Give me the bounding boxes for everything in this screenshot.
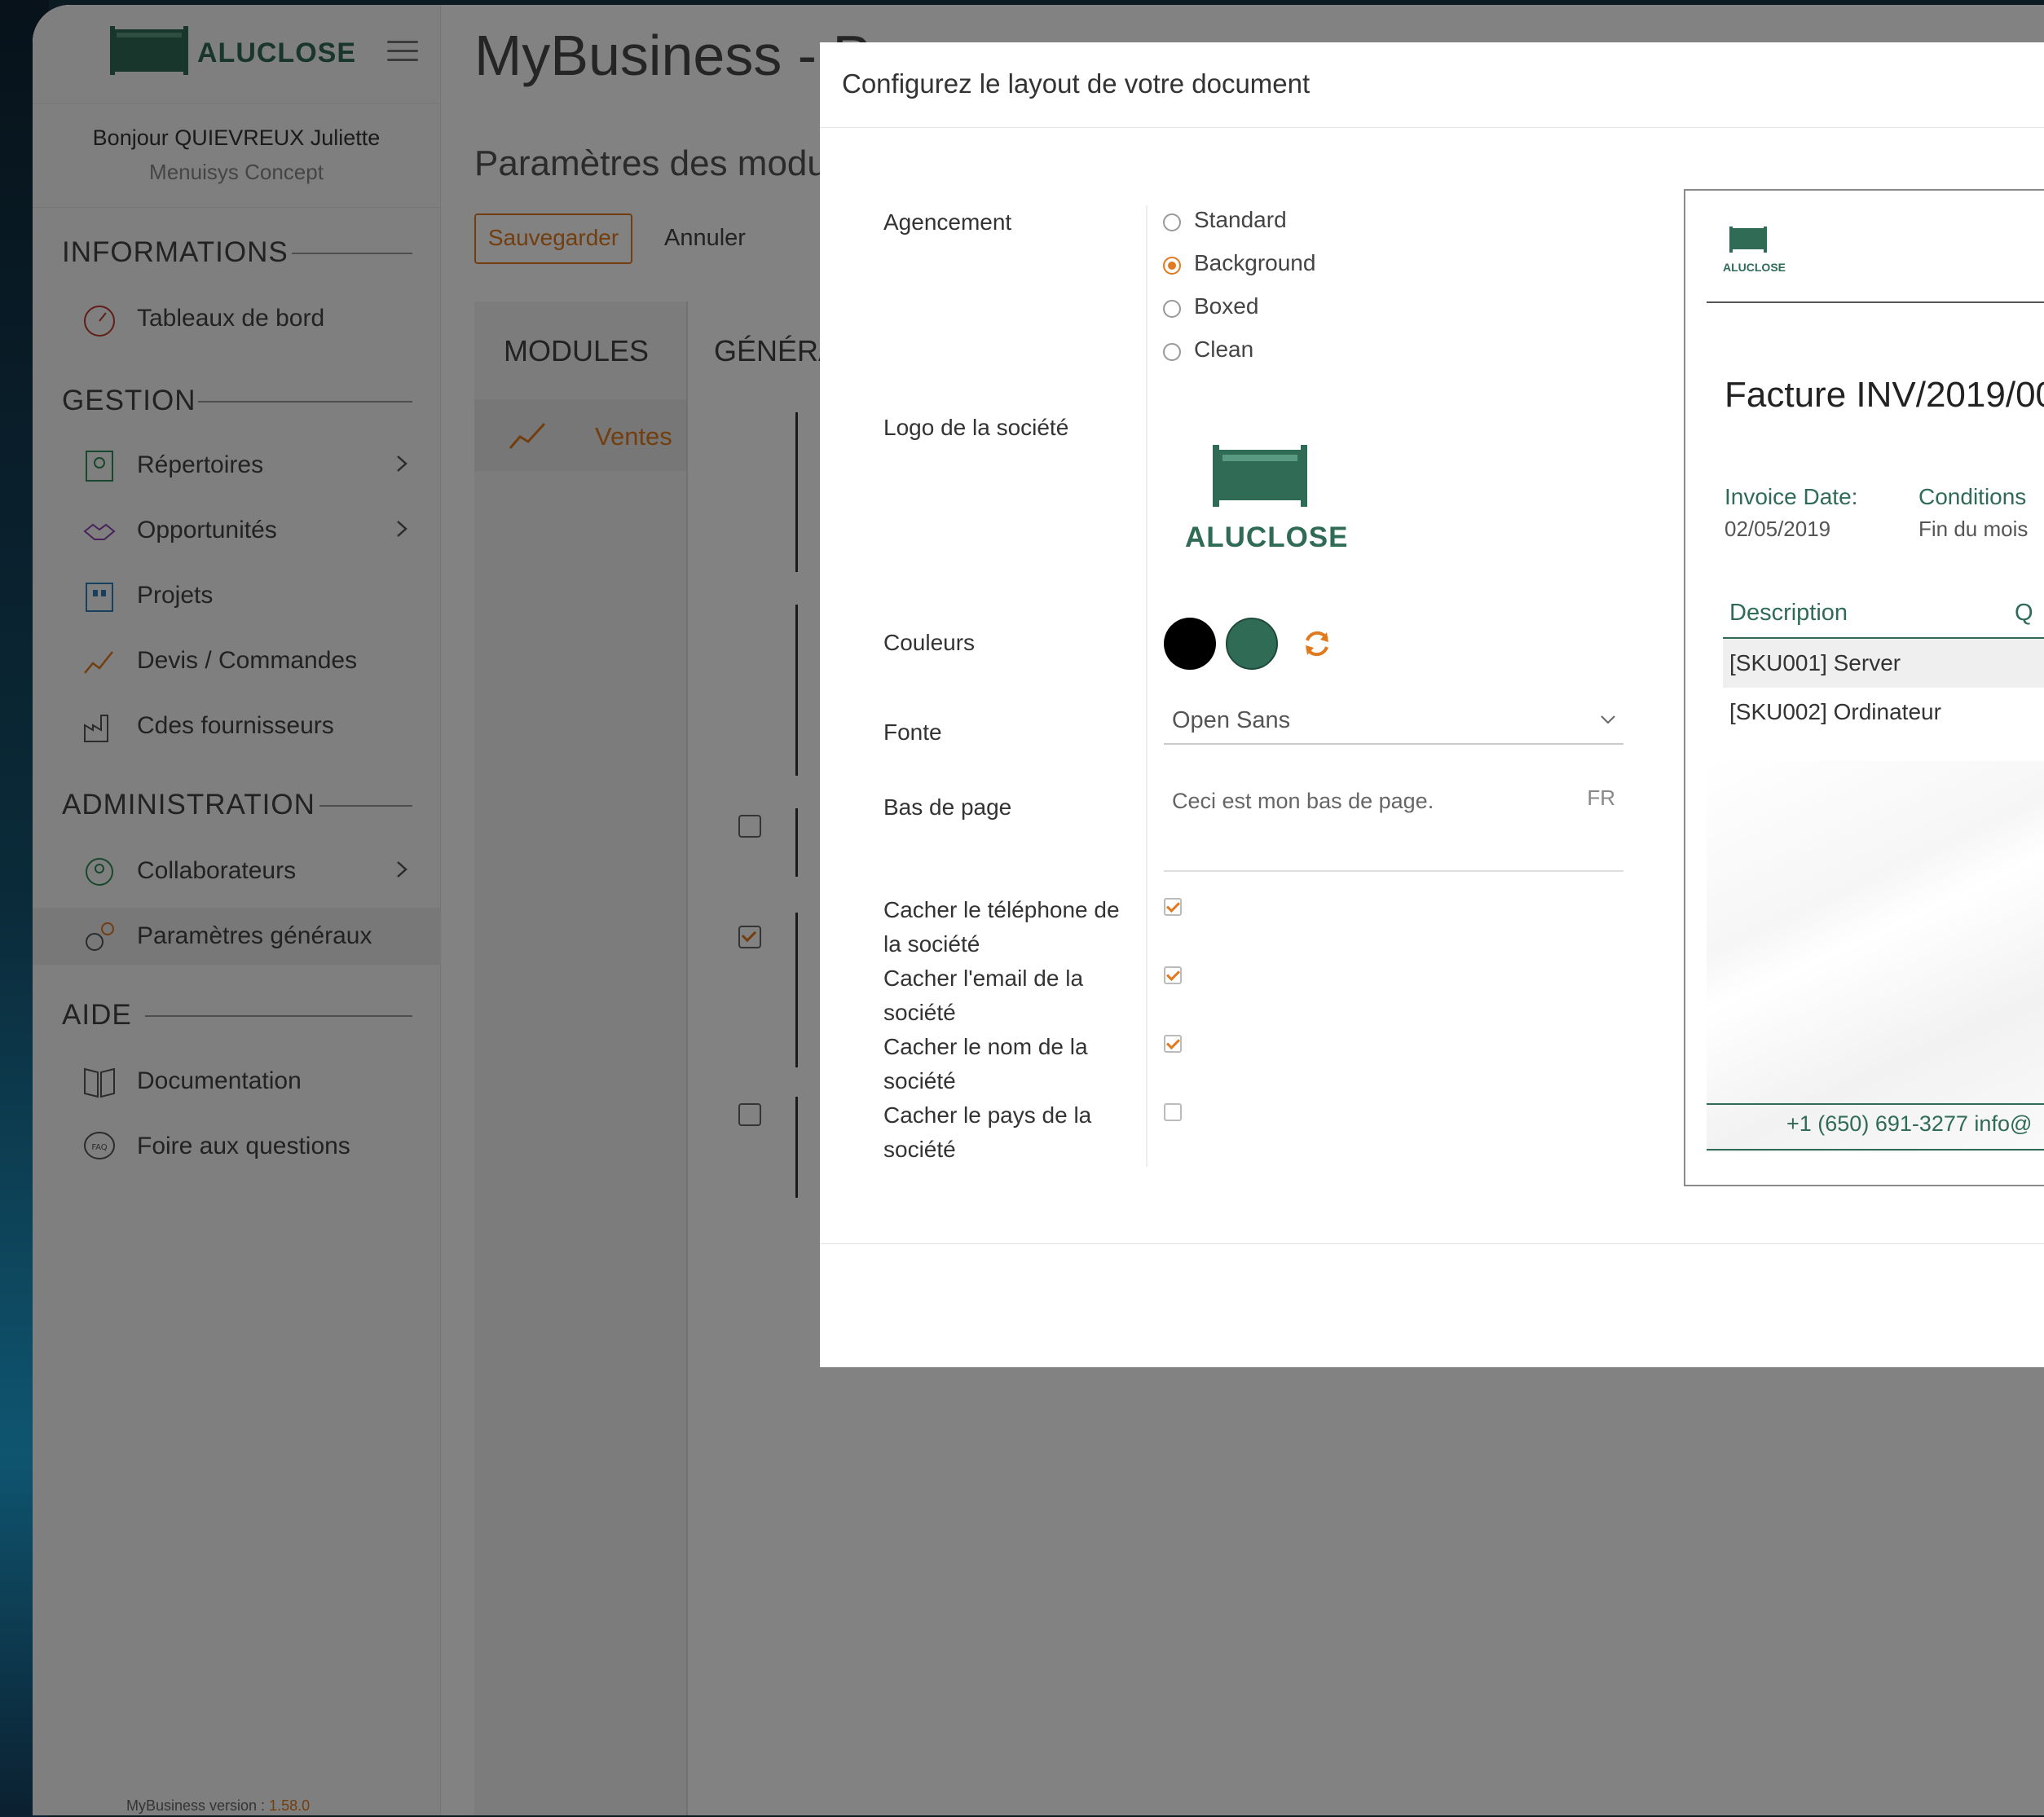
font-select[interactable]: Open Sans <box>1164 699 1623 745</box>
hide-email-label: Cacher l'email de la société <box>883 966 1084 1025</box>
radio-label: Clean <box>1194 337 1254 362</box>
radio-label: Background <box>1194 250 1316 275</box>
footer-label: Bas de page <box>883 794 1012 820</box>
footer-textarea[interactable]: Ceci est mon bas de page. FR <box>1164 772 1623 872</box>
modal-header: Configurez le layout de votre document <box>820 42 2044 128</box>
font-label: Fonte <box>883 719 942 745</box>
color-swatch-primary[interactable] <box>1164 618 1216 670</box>
table-row: [SKU002] Ordinateur <box>1723 688 2044 737</box>
preview-line-desc: [SKU001] Server <box>1729 650 1901 675</box>
preview-col-description: Description <box>1729 600 1848 626</box>
preview-logo <box>1729 227 1767 253</box>
preview-invoice-date-label: Invoice Date: <box>1725 484 1858 509</box>
preview-footer-line <box>1707 1103 2044 1105</box>
radio-button[interactable] <box>1163 300 1181 318</box>
form-divider <box>1146 205 1148 1167</box>
logo-text: ALUCLOSE <box>1185 521 1349 553</box>
modal-footer-divider <box>820 1243 2044 1244</box>
hide-country-label: Cacher le pays de la société <box>883 1102 1092 1162</box>
preview-col-qty: Q <box>2015 600 2033 626</box>
preview-invoice-title: Facture INV/2019/00 <box>1725 375 2044 415</box>
chevron-down-icon <box>1601 715 1615 724</box>
hide-country-checkbox[interactable] <box>1164 1103 1182 1121</box>
preview-logo-text: ALUCLOSE <box>1723 261 1786 274</box>
radio-button[interactable] <box>1163 213 1181 231</box>
hide-phone-checkbox[interactable] <box>1164 898 1182 916</box>
colors-label: Couleurs <box>883 630 976 655</box>
preview-header-line <box>1707 301 2044 303</box>
hide-phone-label: Cacher le téléphone de la société <box>883 897 1120 957</box>
preview-invoice-date: 02/05/2019 <box>1725 517 1831 541</box>
hide-email-checkbox[interactable] <box>1164 966 1182 984</box>
radio-button-selected[interactable] <box>1163 257 1181 275</box>
layout-label: Agencement <box>883 209 1012 235</box>
radio-label: Standard <box>1194 207 1287 232</box>
table-row: [SKU001] Server <box>1723 639 2044 688</box>
hide-name-label: Cacher le nom de la société <box>883 1034 1088 1093</box>
color-swatch-secondary[interactable] <box>1226 618 1278 670</box>
preview-table-header: Description Q <box>1723 588 2044 639</box>
refresh-icon[interactable] <box>1301 627 1333 660</box>
radio-button[interactable] <box>1163 343 1181 361</box>
footer-language[interactable]: FR <box>1587 785 1615 811</box>
preview-conditions-label: Conditions <box>1918 484 2027 509</box>
footer-value: Ceci est mon bas de page. <box>1172 789 1434 813</box>
layout-config-modal: Configurez le layout de votre document A… <box>820 42 2044 1367</box>
hide-name-checkbox[interactable] <box>1164 1035 1182 1053</box>
preview-footer-contact: +1 (650) 691-3277 info@ <box>1786 1111 2033 1136</box>
preview-line-desc: [SKU002] Ordinateur <box>1729 699 1941 724</box>
preview-background-pattern <box>1707 761 2044 1152</box>
font-select-value: Open Sans <box>1172 707 1291 733</box>
preview-conditions: Fin du mois <box>1918 517 2029 541</box>
document-preview: ALUCLOSE Facture INV/2019/00 Invoice Dat… <box>1684 189 2044 1186</box>
logo-label: Logo de la société <box>883 415 1069 440</box>
radio-label: Boxed <box>1194 293 1259 319</box>
preview-footer-line <box>1707 1149 2044 1150</box>
modal-title: Configurez le layout de votre document <box>842 68 1311 99</box>
